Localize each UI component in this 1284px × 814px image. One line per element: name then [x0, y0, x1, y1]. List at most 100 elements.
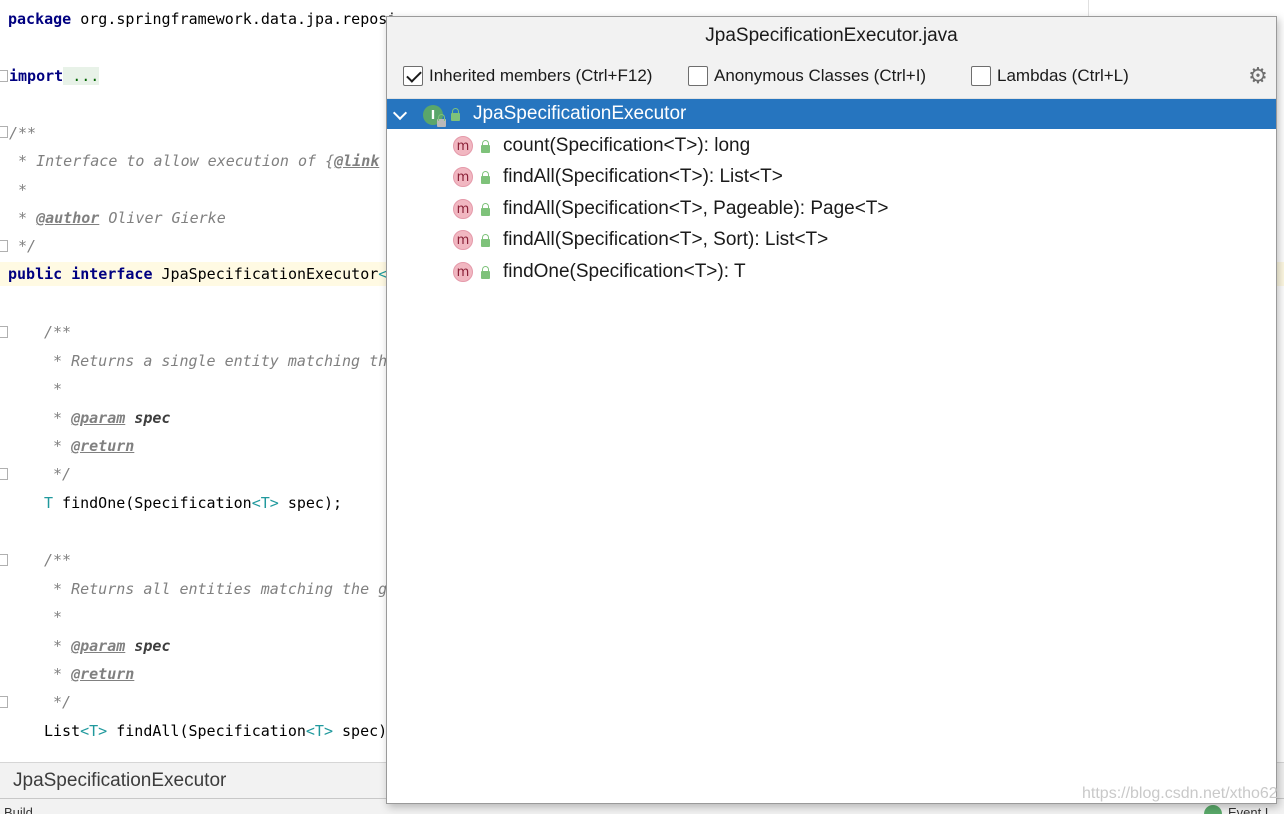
- return-type: T: [44, 494, 54, 512]
- comment-text: * Interface to allow execution of {: [9, 152, 335, 170]
- method-signature: findOne(Specification: [53, 494, 252, 512]
- fold-marker[interactable]: [0, 240, 8, 252]
- javadoc-tag: @author: [36, 209, 100, 227]
- fold-marker[interactable]: [0, 326, 8, 338]
- comment-text: Oliver Gierke: [99, 209, 226, 227]
- param-name: spec: [125, 409, 171, 427]
- tree-node-method[interactable]: m findAll(Specification<T>): List<T>: [387, 162, 1276, 192]
- param-name: spec: [125, 637, 171, 655]
- keyword-interface: interface: [62, 265, 153, 283]
- inherited-members-label: Inherited members (Ctrl+F12): [429, 66, 653, 85]
- method-icon: m: [453, 167, 473, 187]
- method-label: findOne(Specification<T>): T: [503, 261, 746, 282]
- javadoc-tag: @return: [71, 665, 135, 683]
- comment-line: * @param spec: [44, 406, 170, 430]
- fold-marker[interactable]: [0, 696, 8, 708]
- method-label: findAll(Specification<T>): List<T>: [503, 166, 783, 187]
- fold-marker[interactable]: [0, 554, 8, 566]
- return-type: List: [44, 722, 81, 740]
- comment-line: * @return: [44, 434, 134, 458]
- comment-line: * @param spec: [44, 634, 170, 658]
- public-visibility-icon: [451, 108, 460, 121]
- interface-name-label: JpaSpecificationExecutor: [473, 103, 687, 124]
- fold-marker[interactable]: [0, 70, 8, 82]
- tree-node-method[interactable]: m findAll(Specification<T>, Pageable): P…: [387, 194, 1276, 224]
- comment-line: *: [44, 608, 63, 626]
- comment-line: * @return: [44, 662, 134, 686]
- keyword-import: import: [9, 67, 64, 85]
- code-line-findone: T findOne(Specification<T> spec);: [44, 491, 342, 515]
- public-visibility-icon: [481, 203, 490, 216]
- comment-line: /**: [44, 551, 72, 569]
- comment-text: *: [9, 209, 37, 227]
- comment-text: *: [44, 409, 72, 427]
- comment-line: */: [44, 465, 72, 483]
- method-icon: m: [453, 136, 473, 156]
- type-param: <T>: [305, 722, 333, 740]
- comment-line: */: [9, 237, 37, 255]
- lock-icon: [437, 114, 446, 127]
- event-log-icon[interactable]: [1204, 805, 1222, 814]
- method-icon: m: [453, 262, 473, 282]
- lambdas-label: Lambdas (Ctrl+L): [997, 66, 1129, 85]
- breadcrumb-item[interactable]: JpaSpecificationExecutor: [13, 770, 226, 792]
- tree-node-method[interactable]: m count(Specification<T>): long: [387, 131, 1276, 161]
- public-visibility-icon: [481, 234, 490, 247]
- comment-line: */: [44, 693, 72, 711]
- method-icon: m: [453, 230, 473, 250]
- comment-text: *: [44, 637, 72, 655]
- anonymous-classes-option[interactable]: Anonymous Classes (Ctrl+I): [688, 65, 926, 87]
- method-params: spec): [333, 722, 388, 740]
- tree-node-interface[interactable]: I JpaSpecificationExecutor: [387, 99, 1276, 129]
- type-param: <T>: [80, 722, 108, 740]
- chevron-down-icon[interactable]: [392, 105, 408, 121]
- fold-marker[interactable]: [0, 468, 8, 480]
- method-icon: m: [453, 199, 473, 219]
- popup-options-toolbar: Inherited members (Ctrl+F12) Anonymous C…: [387, 53, 1276, 99]
- javadoc-tag: @link: [334, 152, 380, 170]
- inherited-members-checkbox[interactable]: [403, 66, 423, 86]
- file-structure-popup: JpaSpecificationExecutor.java Inherited …: [386, 16, 1277, 804]
- method-label: findAll(Specification<T>, Pageable): Pag…: [503, 198, 889, 219]
- code-line-package: package org.springframework.data.jpa.rep…: [8, 7, 396, 31]
- method-label: count(Specification<T>): long: [503, 135, 751, 156]
- lambdas-option[interactable]: Lambdas (Ctrl+L): [971, 65, 1129, 87]
- package-name: org.springframework.data.jpa.reposi: [71, 10, 397, 28]
- build-tool-tab[interactable]: Build: [4, 805, 33, 814]
- method-label: findAll(Specification<T>, Sort): List<T>: [503, 229, 829, 250]
- tree-node-method[interactable]: m findOne(Specification<T>): T: [387, 257, 1276, 287]
- method-params: spec);: [278, 494, 343, 512]
- comment-text: *: [44, 437, 72, 455]
- public-visibility-icon: [481, 171, 490, 184]
- watermark: https://blog.csdn.net/xtho62: [1082, 785, 1278, 802]
- tree-node-method[interactable]: m findAll(Specification<T>, Sort): List<…: [387, 225, 1276, 255]
- event-log-tab[interactable]: Event L: [1228, 805, 1272, 814]
- public-visibility-icon: [481, 140, 490, 153]
- comment-line: * Returns all entities matching the g: [44, 580, 388, 598]
- keyword-package: package: [8, 10, 72, 28]
- comment-line: *: [9, 181, 28, 199]
- interface-name: JpaSpecificationExecutor: [152, 265, 379, 283]
- comment-line: /**: [9, 124, 37, 142]
- javadoc-tag: @param: [71, 409, 126, 427]
- comment-line: * Interface to allow execution of {@link: [9, 149, 379, 173]
- lambdas-checkbox[interactable]: [971, 66, 991, 86]
- code-line-findall: List<T> findAll(Specification<T> spec): [44, 719, 387, 743]
- comment-text: *: [44, 665, 72, 683]
- comment-line: /**: [44, 323, 72, 341]
- javadoc-tag: @return: [71, 437, 135, 455]
- public-visibility-icon: [481, 266, 490, 279]
- fold-marker[interactable]: [0, 126, 8, 138]
- code-line-import: import ...: [9, 64, 100, 88]
- comment-line: * Returns a single entity matching th: [44, 352, 388, 370]
- anonymous-classes-checkbox[interactable]: [688, 66, 708, 86]
- folded-imports[interactable]: ...: [63, 67, 100, 85]
- comment-line: *: [44, 380, 63, 398]
- gear-icon[interactable]: ⚙: [1247, 65, 1269, 87]
- inherited-members-option[interactable]: Inherited members (Ctrl+F12): [403, 65, 652, 87]
- anonymous-classes-label: Anonymous Classes (Ctrl+I): [714, 66, 927, 85]
- javadoc-tag: @param: [71, 637, 126, 655]
- type-param: <T>: [251, 494, 279, 512]
- popup-title[interactable]: JpaSpecificationExecutor.java: [387, 17, 1276, 53]
- comment-line: * @author Oliver Gierke: [9, 206, 226, 230]
